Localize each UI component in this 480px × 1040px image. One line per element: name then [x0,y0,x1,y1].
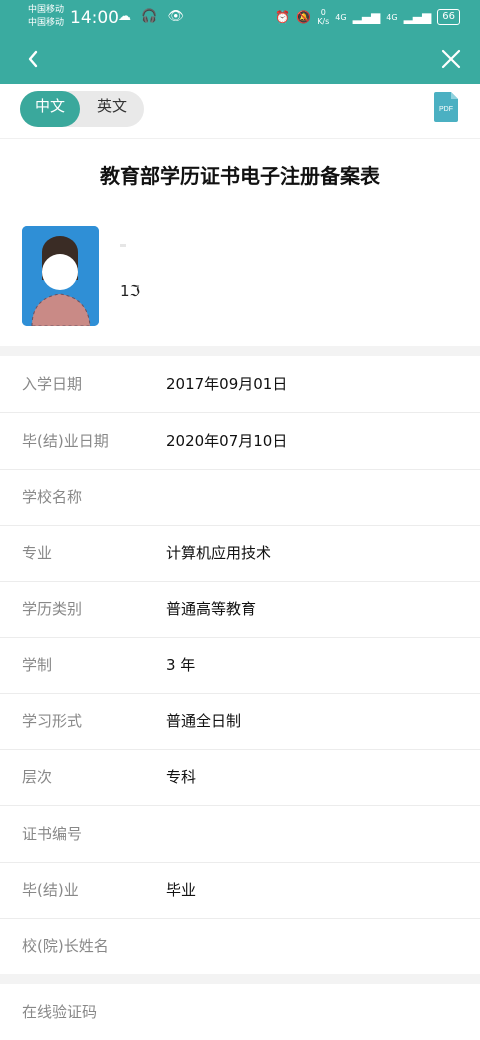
speed-value: 0 [320,8,326,17]
field-label: 毕(结)业 [22,881,79,899]
field-value: 计算机应用技术 [166,544,272,562]
field-row-level: 层次 专科 [0,749,480,806]
carrier-names: 中国移动 中国移动 [28,4,64,30]
field-value: 2020年07月10日 [166,432,288,450]
field-value: 专科 [166,768,197,786]
field-value: 2017年09月01日 [166,375,288,393]
avatar [22,226,99,326]
field-row-study-mode: 学习形式 普通全日制 [0,693,480,750]
speed-unit: K/s [317,17,330,26]
field-label: 校(院)长姓名 [22,937,109,955]
status-right: ⏰ 🔕 0 K/s 4G ▂▄▆ 4G ▂▄▆ 66 [275,8,460,26]
field-label: 学制 [22,656,53,674]
page-title: 教育部学历证书电子注册备案表 [100,164,380,188]
language-toggle: 中文 英文 [20,91,144,127]
field-row-principal-name: 校(院)长姓名 [0,918,480,974]
status-icons: ☁ 🎧 👁 [118,9,187,24]
field-label: 学校名称 [22,488,83,506]
network-type-1: 4G [335,12,347,22]
close-icon[interactable] [440,48,462,70]
tab-chinese[interactable]: 中文 [20,91,80,127]
carrier-2: 中国移动 [28,18,65,28]
profile-info: 1ℑ [120,282,141,300]
mute-icon: 🔕 [296,10,312,24]
field-row-school-name: 学校名称 [0,469,480,526]
pdf-download-button[interactable]: PDF [434,92,458,122]
field-row-major: 专业 计算机应用技术 [0,525,480,582]
status-bar: 中国移动 中国移动 14:00 ☁ 🎧 👁 ⏰ 🔕 0 K/s 4G ▂▄▆ 4… [0,0,480,36]
field-row-certificate-number: 证书编号 [0,806,480,863]
field-value: 毕业 [166,881,197,899]
tab-english[interactable]: 英文 [84,91,140,127]
signal-icon: ▂▄▆ [403,10,432,24]
field-row-duration: 学制 3 年 [0,637,480,694]
field-row-verify-code: 在线验证码 [0,984,480,1040]
field-label: 证书编号 [22,825,83,843]
section-divider [0,346,480,356]
field-row-enrollment-date: 入学日期 2017年09月01日 [0,356,480,413]
field-label: 毕(结)业日期 [22,432,109,450]
student-photo [22,226,99,326]
carrier-1: 中国移动 [28,5,65,15]
field-row-graduation-status: 毕(结)业 毕业 [0,862,480,919]
pdf-label: PDF [439,106,453,113]
clock: 14:00 [70,8,119,28]
alarm-icon: ⏰ [275,10,291,24]
redacted-name [120,244,126,247]
section-divider [0,974,480,984]
field-label: 学历类别 [22,600,83,618]
divider [0,138,480,139]
field-value: 普通全日制 [166,712,242,730]
field-label: 专业 [22,544,53,562]
chevron-left-icon[interactable] [22,47,46,71]
field-value: 3 年 [166,656,196,674]
network-type-2: 4G [386,12,398,22]
nav-bar [0,36,480,84]
battery-indicator: 66 [437,9,460,25]
field-label: 入学日期 [22,375,83,393]
field-value: 普通高等教育 [166,600,257,618]
network-speed: 0 K/s [317,8,329,26]
field-label: 层次 [22,768,53,786]
field-label: 在线验证码 [22,1003,98,1021]
field-label: 学习形式 [22,712,83,730]
field-row-graduation-date: 毕(结)业日期 2020年07月10日 [0,413,480,470]
field-row-education-type: 学历类别 普通高等教育 [0,581,480,638]
signal-icon: ▂▄▆ [352,10,381,24]
